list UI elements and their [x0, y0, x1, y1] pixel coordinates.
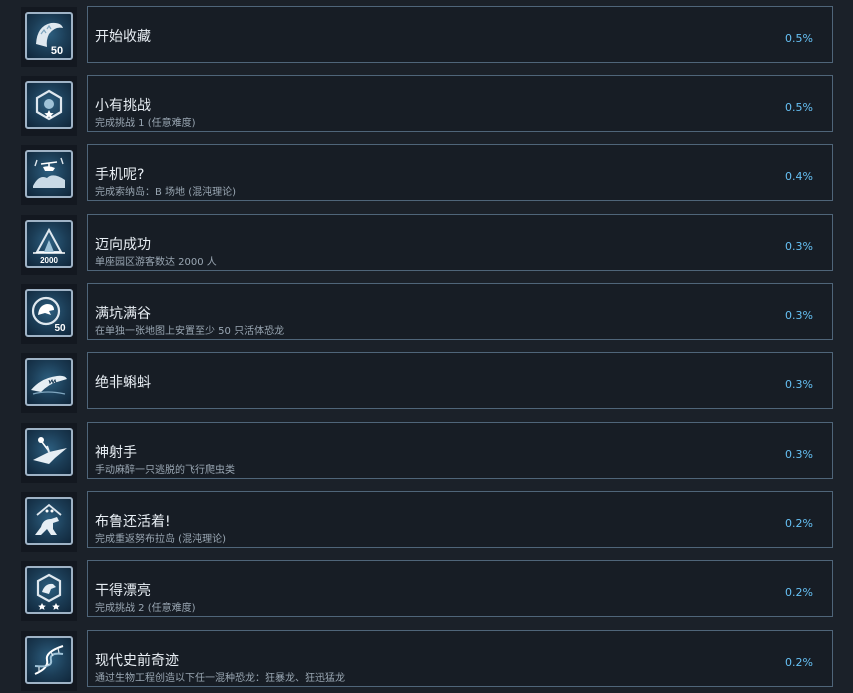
achievement-description: 单座园区游客数达 2000 人	[95, 257, 217, 268]
achievement-percent: 0.3%	[785, 448, 813, 461]
mosasaurus-icon	[25, 358, 73, 406]
helicopter-island-icon	[25, 150, 73, 198]
raptor-claw-50-icon: 50	[25, 12, 73, 60]
achievement-icon-frame: 2000	[21, 215, 77, 275]
achievement-panel: 现代史前奇迹 通过生物工程创造以下任一混种恐龙：狂暴龙、狂迅猛龙 0.2%	[87, 630, 833, 687]
achievement-row[interactable]: 绝非蝌蚪 0.3%	[0, 352, 853, 414]
achievement-panel: 开始收藏 0.5%	[87, 6, 833, 63]
achievement-icon-frame	[21, 353, 77, 413]
achievement-icon-frame	[21, 145, 77, 205]
achievement-row[interactable]: 小有挑战 完成挑战 1 (任意难度) 0.5%	[0, 75, 853, 137]
achievement-row[interactable]: 神射手 手动麻醉一只逃脱的飞行爬虫类 0.3%	[0, 422, 853, 484]
achievement-title: 现代史前奇迹	[95, 653, 179, 669]
achievement-panel: 布鲁还活着! 完成重返努布拉岛 (混沌理论) 0.2%	[87, 491, 833, 548]
achievement-panel: 绝非蝌蚪 0.3%	[87, 352, 833, 409]
achievement-title: 开始收藏	[95, 29, 151, 45]
achievement-icon-frame	[21, 561, 77, 621]
achievement-description: 完成索纳岛：B 场地 (混沌理论)	[95, 187, 237, 198]
achievement-row[interactable]: 50 开始收藏 0.5%	[0, 6, 853, 68]
achievement-title: 手机呢?	[95, 167, 145, 183]
svg-text:50: 50	[51, 45, 63, 57]
achievement-icon-frame	[21, 492, 77, 552]
achievement-panel: 干得漂亮 完成挑战 2 (任意难度) 0.2%	[87, 560, 833, 617]
achievement-row[interactable]: 2000 迈向成功 单座园区游客数达 2000 人 0.3%	[0, 214, 853, 276]
achievement-description: 通过生物工程创造以下任一混种恐龙：狂暴龙、狂迅猛龙	[95, 673, 345, 684]
achievement-panel: 神射手 手动麻醉一只逃脱的飞行爬虫类 0.3%	[87, 422, 833, 479]
achievement-title: 绝非蝌蚪	[95, 375, 151, 391]
achievement-row[interactable]: 布鲁还活着! 完成重返努布拉岛 (混沌理论) 0.2%	[0, 491, 853, 553]
hexagon-badge-two-stars-icon	[25, 566, 73, 614]
raptor-triangle-icon	[25, 497, 73, 545]
achievement-percent: 0.3%	[785, 378, 813, 391]
hexagon-badge-star-icon	[25, 81, 73, 129]
achievement-description: 完成挑战 1 (任意难度)	[95, 118, 196, 129]
svg-text:50: 50	[54, 323, 66, 334]
achievement-icon-frame: 50	[21, 7, 77, 67]
achievement-description: 手动麻醉一只逃脱的飞行爬虫类	[95, 465, 235, 476]
achievement-percent: 0.2%	[785, 656, 813, 669]
achievement-panel: 小有挑战 完成挑战 1 (任意难度) 0.5%	[87, 75, 833, 132]
achievement-row[interactable]: 50 满坑满谷 在单独一张地图上安置至少 50 只活体恐龙 0.3%	[0, 283, 853, 345]
achievement-description: 完成重返努布拉岛 (混沌理论)	[95, 534, 226, 545]
achievement-percent: 0.5%	[785, 101, 813, 114]
svg-text:2000: 2000	[40, 256, 58, 265]
achievement-percent: 0.3%	[785, 240, 813, 253]
achievement-description: 在单独一张地图上安置至少 50 只活体恐龙	[95, 326, 285, 337]
achievement-panel: 手机呢? 完成索纳岛：B 场地 (混沌理论) 0.4%	[87, 144, 833, 201]
dna-helix-icon	[25, 636, 73, 684]
achievement-percent: 0.4%	[785, 170, 813, 183]
achievement-title: 满坑满谷	[95, 306, 151, 322]
achievement-percent: 0.5%	[785, 32, 813, 45]
achievement-row[interactable]: 干得漂亮 完成挑战 2 (任意难度) 0.2%	[0, 560, 853, 622]
achievement-title: 小有挑战	[95, 98, 151, 114]
achievement-icon-frame	[21, 631, 77, 691]
achievement-icon-frame	[21, 76, 77, 136]
pteranodon-dart-icon	[25, 428, 73, 476]
achievement-title: 神射手	[95, 445, 137, 461]
achievement-title: 迈向成功	[95, 237, 151, 253]
achievement-title: 干得漂亮	[95, 583, 151, 599]
achievement-panel: 迈向成功 单座园区游客数达 2000 人 0.3%	[87, 214, 833, 271]
achievement-panel: 满坑满谷 在单独一张地图上安置至少 50 只活体恐龙 0.3%	[87, 283, 833, 340]
achievement-icon-frame: 50	[21, 284, 77, 344]
achievement-title: 布鲁还活着!	[95, 514, 171, 530]
achievement-percent: 0.3%	[785, 309, 813, 322]
trex-logo-50-icon: 50	[25, 289, 73, 337]
achievement-description: 完成挑战 2 (任意难度)	[95, 603, 196, 614]
achievement-percent: 0.2%	[785, 517, 813, 530]
achievement-row[interactable]: 手机呢? 完成索纳岛：B 场地 (混沌理论) 0.4%	[0, 144, 853, 206]
achievement-icon-frame	[21, 423, 77, 483]
achievement-percent: 0.2%	[785, 586, 813, 599]
achievement-row[interactable]: 现代史前奇迹 通过生物工程创造以下任一混种恐龙：狂暴龙、狂迅猛龙 0.2%	[0, 630, 853, 692]
gate-2000-icon: 2000	[25, 220, 73, 268]
achievement-list: 50 开始收藏 0.5% 小有挑战 完成挑战 1 (任意难度) 0.5% 手机呢…	[0, 0, 853, 693]
